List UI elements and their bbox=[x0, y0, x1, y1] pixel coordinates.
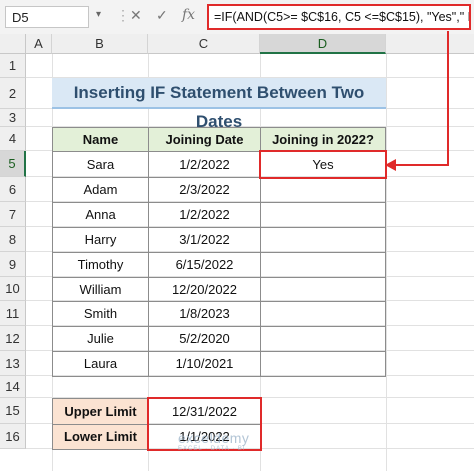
watermark-logo: exceldemy EXCEL · DATA · BI bbox=[178, 430, 249, 452]
watermark-brand: exceldemy bbox=[178, 430, 250, 446]
annotation-arrow bbox=[385, 31, 449, 171]
watermark-tagline: EXCEL · DATA · BI bbox=[178, 446, 246, 452]
